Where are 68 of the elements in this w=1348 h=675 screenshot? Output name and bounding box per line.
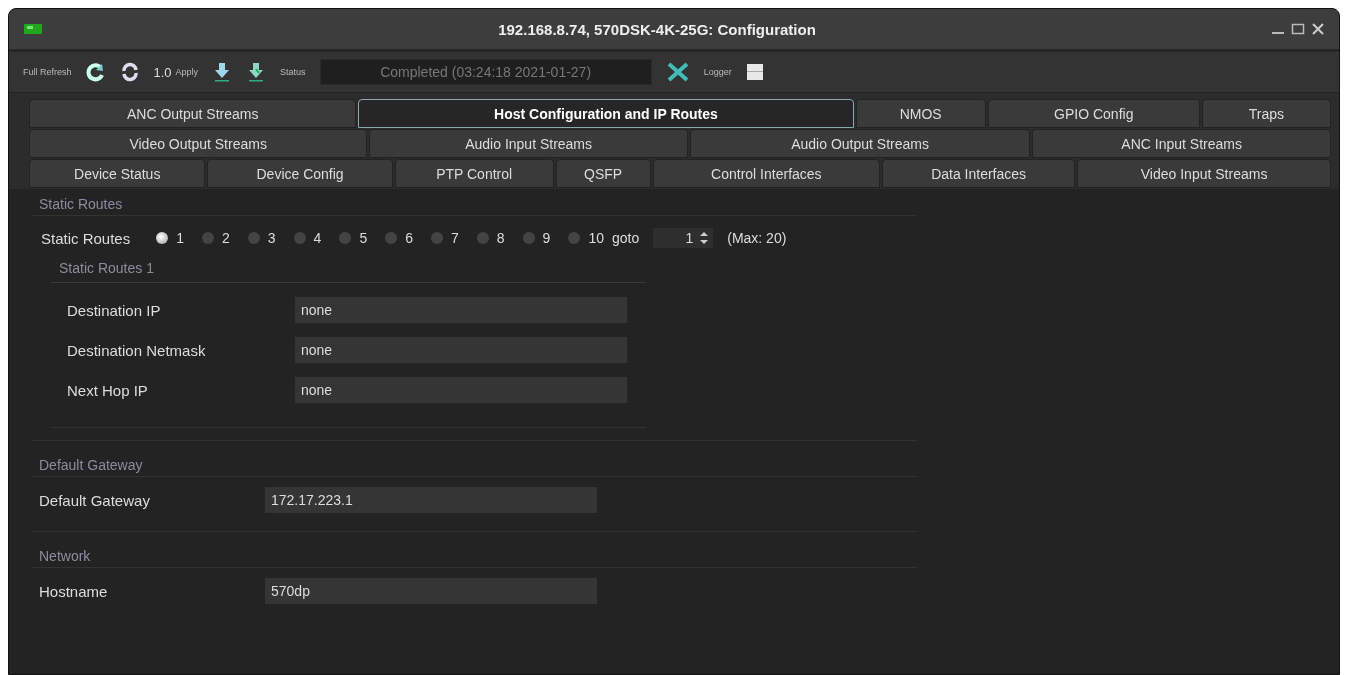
input-field[interactable]: 570dp (265, 578, 597, 604)
radio-button[interactable] (339, 232, 352, 244)
radio-label: 10 (588, 230, 604, 246)
input-field[interactable]: none (295, 297, 627, 323)
tab[interactable]: Traps (1201, 99, 1331, 128)
tab[interactable]: ANC Output Streams (29, 99, 357, 128)
window-title: 192.168.8.74, 570DSK-4K-25G: Configuration (497, 20, 817, 38)
field-label: Destination IP (67, 301, 162, 319)
tab[interactable]: Video Output Streams (29, 129, 368, 158)
full-refresh-label: Full Refresh (23, 67, 72, 77)
close-icon[interactable] (1311, 22, 1325, 36)
radio-label: 7 (451, 230, 459, 246)
status-label: Status (280, 67, 306, 77)
tab[interactable]: Data Interfaces (882, 159, 1076, 188)
radio-button[interactable] (156, 232, 169, 244)
maximize-icon[interactable] (1291, 22, 1305, 36)
radio-button[interactable] (202, 232, 214, 244)
radio-label: 1 (176, 230, 184, 246)
radio-label: 9 (542, 230, 551, 246)
tab[interactable]: GPIO Config (987, 99, 1200, 128)
status-field: Completed (03:24:18 2021-01-27) (319, 59, 652, 85)
section-header: Static Routes (31, 193, 916, 216)
radio-label: 3 (267, 230, 276, 246)
goto-spinner[interactable]: 1 (653, 228, 714, 248)
section-header: Default Gateway (31, 440, 917, 477)
radio-label: 4 (313, 230, 322, 246)
radio-label: 6 (405, 230, 413, 246)
radio-button[interactable] (568, 232, 581, 244)
tab[interactable]: Control Interfaces (652, 159, 881, 188)
radio-button[interactable] (385, 232, 398, 244)
x-icon[interactable] (665, 62, 690, 82)
field-label: Destination Netmask (67, 341, 207, 359)
tab[interactable]: PTP Control (394, 159, 554, 188)
radio-button[interactable] (247, 232, 260, 244)
field-label: Next Hop IP (67, 381, 149, 399)
tab[interactable]: Video Input Streams (1077, 159, 1332, 188)
tab[interactable]: Host Configuration and IP Routes (358, 99, 854, 128)
tab[interactable]: NMOS (855, 99, 986, 128)
radio-button[interactable] (522, 232, 535, 244)
static-routes-label: Static Routes (41, 229, 131, 247)
max-label: (Max: 20) (727, 230, 787, 246)
radio-label: 5 (359, 230, 368, 246)
apply-label: Apply (175, 67, 199, 77)
tab[interactable]: QSFP (555, 159, 651, 188)
logger-label: Logger (703, 67, 732, 77)
radio-label: 2 (222, 230, 230, 246)
device-icon (23, 23, 43, 35)
apply-value: 1.0 (153, 64, 172, 80)
tab[interactable]: Audio Output Streams (689, 129, 1031, 158)
section-header: Network (31, 531, 917, 568)
field-label: Default Gateway (39, 491, 151, 509)
field-label: Hostname (39, 582, 109, 600)
tab[interactable]: Device Status (29, 159, 206, 188)
sync-icon[interactable] (119, 62, 140, 82)
input-field[interactable]: none (295, 337, 627, 363)
radio-button[interactable] (431, 232, 443, 244)
goto-label: goto (611, 230, 640, 246)
tab[interactable]: Audio Input Streams (369, 129, 688, 158)
logger-icon[interactable] (745, 63, 764, 81)
tab[interactable]: ANC Input Streams (1032, 129, 1331, 158)
radio-label: 8 (496, 230, 505, 246)
radio-button[interactable] (476, 232, 489, 244)
refresh-icon[interactable] (85, 62, 106, 82)
group-header: Static Routes 1 (51, 260, 646, 283)
input-field[interactable]: 172.17.223.1 (265, 487, 597, 513)
input-field[interactable]: none (295, 377, 627, 403)
radio-button[interactable] (293, 232, 306, 244)
tab[interactable]: Device Config (207, 159, 393, 188)
